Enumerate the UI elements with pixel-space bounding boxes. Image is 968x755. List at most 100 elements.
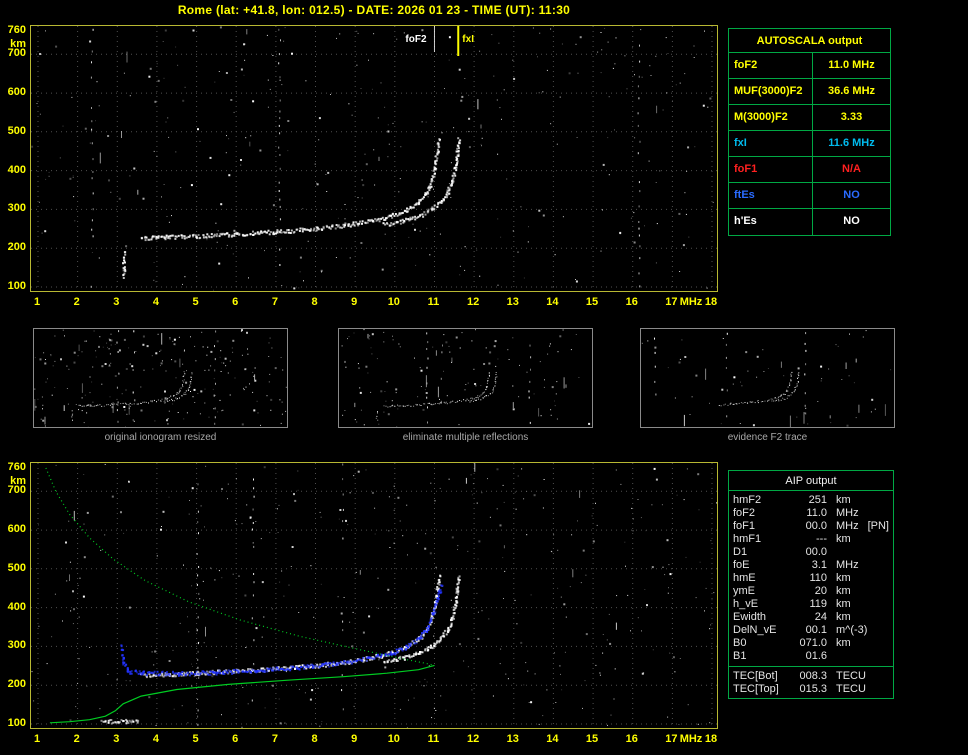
autoscala-app-window: Rome (lat: +41.8, lon: 012.5) - DATE: 20… <box>0 0 968 755</box>
autoscala-row-M-3000-F2: M(3000)F2 3.33 <box>729 105 890 131</box>
aip-note <box>867 559 889 572</box>
autoscala-param: ftEs <box>729 183 813 208</box>
aip-value: 00.0 <box>805 546 827 558</box>
aip-unit: MHz <box>836 559 859 571</box>
thumbnail-eliminate-reflections-plot <box>341 329 591 427</box>
x-tick-label: 14 <box>546 733 559 745</box>
x-tick-label: 18 <box>704 733 718 745</box>
aip-param: D1 <box>733 546 748 558</box>
x-tick-label: 16 <box>625 733 638 745</box>
x-tick-label: 8 <box>311 733 318 745</box>
aip-title: AIP output <box>729 471 893 491</box>
aip-note <box>867 611 889 624</box>
aip-value: 015.3 <box>799 683 827 695</box>
x-tick-label: 17 <box>665 296 678 308</box>
aip-unit: km <box>836 572 851 584</box>
x-tick-label: 4 <box>152 733 159 745</box>
aip-note: [PN] <box>867 520 889 532</box>
thumbnail-eliminate-reflections <box>338 328 593 428</box>
x-tick-label: 2 <box>73 296 80 308</box>
aip-value: 008.3 <box>799 670 827 682</box>
aip-row-hmE: hmE 110 km <box>729 572 893 585</box>
y-tick-label: 300 <box>7 639 26 652</box>
autoscala-row-foF1: foF1 N/A <box>729 157 890 183</box>
aip-param: h_vE <box>733 598 759 610</box>
y-tick-label: 700 <box>7 47 26 60</box>
y-tick-label: 200 <box>7 241 26 254</box>
aip-value: 251 <box>808 494 827 506</box>
x-tick-label: 12 <box>466 733 480 745</box>
aip-param: DelN_vE <box>733 624 777 636</box>
y-tick-label: 400 <box>7 600 26 613</box>
aip-value: 24 <box>814 611 827 623</box>
x-tick-label: 16 <box>625 296 638 308</box>
thumbnail-original-ionogram <box>33 328 288 428</box>
x-tick-label: 9 <box>351 733 358 745</box>
x-tick-label: 7 <box>271 733 278 745</box>
y-tick-label: 300 <box>7 202 26 215</box>
autoscala-row-ftEs: ftEs NO <box>729 183 890 209</box>
x-tick-label: 18 <box>704 296 718 308</box>
autoscala-value: NO <box>843 189 860 201</box>
autoscala-value: 11.6 MHz <box>828 137 875 149</box>
autoscala-value: N/A <box>842 163 861 175</box>
x-tick-label: 1 <box>33 733 41 745</box>
aip-unit <box>827 546 867 559</box>
aip-value: --- <box>816 533 827 545</box>
x-tick-label: 2 <box>73 733 80 745</box>
x-tick-label: 13 <box>506 296 519 308</box>
top-ionogram-plot: foF2 fxI <box>31 26 717 291</box>
x-tick-label: 11 <box>427 296 440 308</box>
x-tick-label: 17 <box>665 733 678 745</box>
aip-row-hmF1: hmF1 --- km <box>729 533 893 546</box>
autoscala-value: 11.0 MHz <box>828 59 875 71</box>
autoscala-param: MUF(3000)F2 <box>729 79 813 104</box>
aip-row-ymE: ymE 20 km <box>729 585 893 598</box>
x-tick-label: 10 <box>387 296 400 308</box>
aip-unit: TECU <box>836 670 866 682</box>
y-tick-label: 100 <box>7 717 26 729</box>
x-tick-label: 4 <box>152 296 159 308</box>
thumbnail-caption-evidence: evidence F2 trace <box>727 432 808 443</box>
aip-param: hmF2 <box>733 494 762 506</box>
x-tick-label: 14 <box>546 296 559 308</box>
x-tick-label: 5 <box>192 733 199 745</box>
aip-value: 119 <box>809 598 827 610</box>
aip-unit: TECU <box>836 683 866 695</box>
x-tick-label: 8 <box>311 296 318 308</box>
y-tick-label: 100 <box>7 280 26 292</box>
x-tick-label: 3 <box>113 733 120 745</box>
aip-row-Ewidth: Ewidth 24 km <box>729 611 893 624</box>
aip-param: foE <box>733 559 750 571</box>
aip-param: Ewidth <box>733 611 767 623</box>
aip-unit: km <box>836 494 851 506</box>
aip-note <box>867 572 889 585</box>
aip-note <box>867 494 889 507</box>
x-tick-label: 6 <box>232 733 239 745</box>
aip-note <box>867 507 889 520</box>
aip-row-foF1: foF1 00.0 MHz [PN] <box>729 520 893 533</box>
aip-unit: m^(-3) <box>836 624 868 636</box>
y-tick-label: 200 <box>7 678 26 691</box>
aip-note <box>867 683 889 696</box>
aip-param: B0 <box>733 637 747 649</box>
autoscala-param: foF2 <box>729 53 813 78</box>
autoscala-row-h-Es: h'Es NO <box>729 209 890 235</box>
y-tick-label: 600 <box>7 523 26 536</box>
aip-unit: km <box>836 585 851 597</box>
aip-value: 20 <box>814 585 827 597</box>
thumbnail-evidence-f2-trace-plot <box>641 330 892 427</box>
aip-value: 3.1 <box>811 559 827 571</box>
x-tick-label: 5 <box>192 296 199 308</box>
x-tick-label: 3 <box>113 296 120 308</box>
aip-output-table: AIP output hmF2 251 km foF2 11.0 MHz foF1 00.0 M… <box>728 470 894 699</box>
y-tick-label: 760 <box>7 24 26 36</box>
autoscala-row-MUF-3000-F2: MUF(3000)F2 36.6 MHz <box>729 79 890 105</box>
x-tick-label: 10 <box>387 733 400 745</box>
aip-row-hmF2: hmF2 251 km <box>729 494 893 507</box>
y-tick-label: 600 <box>7 86 26 99</box>
aip-unit: km <box>836 533 851 545</box>
y-tick-label: 500 <box>7 561 26 574</box>
aip-row-foF2: foF2 11.0 MHz <box>729 507 893 520</box>
aip-param: hmF1 <box>733 533 762 545</box>
